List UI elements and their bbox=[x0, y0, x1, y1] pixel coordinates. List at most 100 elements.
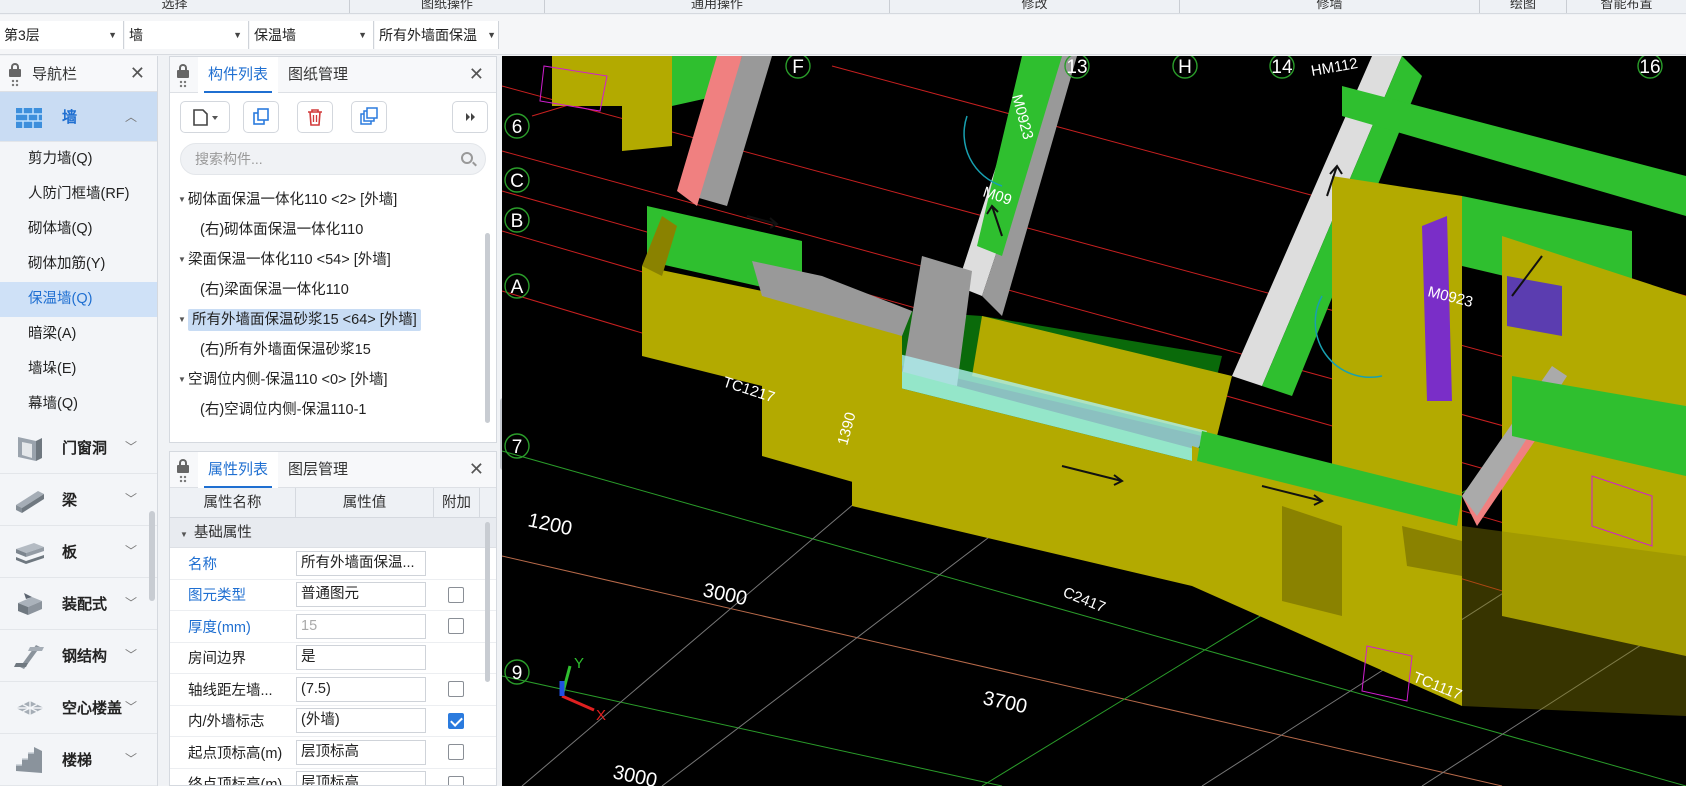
property-value[interactable]: 15 bbox=[296, 613, 426, 639]
tree-leaf[interactable]: (右)梁面保温一体化110 bbox=[170, 275, 496, 305]
ribbon-group-wall[interactable]: 修墙 bbox=[1180, 0, 1480, 13]
nav-category-steel[interactable]: 钢结构 ﹀ bbox=[0, 630, 157, 682]
nav-category-beam[interactable]: 梁 ﹀ bbox=[0, 474, 157, 526]
ribbon-group-draw[interactable]: 绘图 bbox=[1480, 0, 1567, 13]
model-canvas[interactable]: F 13 H 14 16 6 C B A 7 9 1200 3000 3700 … bbox=[502, 56, 1686, 786]
nav-item-shear-wall[interactable]: 剪力墙(Q) bbox=[0, 142, 157, 177]
tree-leaf[interactable]: (右)砌体面保温一体化110 bbox=[170, 215, 496, 245]
ribbon-group-drawing[interactable]: 图纸操作 bbox=[350, 0, 545, 13]
more-tools-button[interactable] bbox=[452, 101, 488, 133]
property-group[interactable]: ▼ 基础属性 bbox=[170, 518, 496, 548]
delete-component-button[interactable] bbox=[297, 101, 333, 133]
hollow-floor-icon bbox=[16, 700, 44, 715]
tree-leaf[interactable]: (右)空调位内侧-保温110-1 bbox=[170, 395, 496, 425]
close-icon[interactable]: ✕ bbox=[469, 64, 484, 85]
steel-structure-icon bbox=[14, 644, 44, 669]
property-value[interactable]: 普通图元 bbox=[296, 582, 426, 608]
axis-label: B bbox=[511, 211, 524, 232]
property-value[interactable]: 所有外墙面保温... bbox=[296, 550, 426, 576]
search-icon[interactable] bbox=[461, 152, 473, 164]
nav-item-wall-pier[interactable]: 墙垛(E) bbox=[0, 352, 157, 387]
property-row: 图元类型 普通图元 bbox=[170, 580, 496, 611]
property-value[interactable]: 层顶标高 bbox=[296, 771, 426, 785]
filter-bar: 第3层 ▼ 墙 ▼ 保温墙 ▼ 所有外墙面保温 ▼ bbox=[0, 15, 1686, 55]
property-value[interactable]: (外墙) bbox=[296, 708, 426, 734]
lock-icon[interactable] bbox=[174, 61, 192, 89]
nav-item-masonry-wall[interactable]: 砌体墙(Q) bbox=[0, 212, 157, 247]
nav-item-hidden-beam[interactable]: 暗梁(A) bbox=[0, 317, 157, 352]
tree-node[interactable]: ▼ 梁面保温一体化110 <54> [外墙] bbox=[170, 245, 496, 275]
expand-triangle-icon[interactable]: ▼ bbox=[178, 185, 188, 215]
attach-checkbox[interactable] bbox=[448, 744, 464, 761]
nav-category-stairs[interactable]: 楼梯 ﹀ bbox=[0, 734, 157, 786]
nav-category-label: 钢结构 bbox=[62, 648, 108, 665]
tab-drawing-management[interactable]: 图纸管理 bbox=[278, 57, 358, 93]
nav-category-label: 板 bbox=[62, 544, 78, 561]
attach-checkbox[interactable] bbox=[448, 586, 464, 603]
axis-label: C bbox=[510, 171, 524, 192]
axis-y-label: Y bbox=[574, 655, 584, 672]
ribbon-group-modify[interactable]: 修改 bbox=[890, 0, 1180, 13]
nav-panel-header: 导航栏 ✕ bbox=[0, 56, 157, 92]
chevron-down-icon: ﹀ bbox=[124, 700, 137, 714]
property-scrollbar[interactable] bbox=[485, 522, 490, 682]
subtype-select[interactable]: 保温墙 ▼ bbox=[250, 21, 374, 49]
attach-checkbox[interactable] bbox=[448, 775, 464, 785]
copy-component-button[interactable] bbox=[243, 101, 279, 133]
close-icon[interactable]: ✕ bbox=[130, 63, 145, 84]
tab-layer-management[interactable]: 图层管理 bbox=[278, 452, 358, 488]
ribbon-group-smart[interactable]: 智能布置 bbox=[1567, 0, 1686, 13]
chevron-down-icon: ﹀ bbox=[124, 648, 137, 662]
close-icon[interactable]: ✕ bbox=[469, 459, 484, 480]
caret-down-icon: ▼ bbox=[487, 30, 496, 40]
tab-component-list[interactable]: 构件列表 bbox=[198, 56, 279, 93]
component-select[interactable]: 所有外墙面保温 ▼ bbox=[375, 21, 499, 49]
nav-item-masonry-rebar[interactable]: 砌体加筋(Y) bbox=[0, 247, 157, 282]
component-search-input[interactable]: 搜索构件... bbox=[180, 143, 486, 175]
nav-item-curtain-wall[interactable]: 幕墙(Q) bbox=[0, 387, 157, 422]
nav-category-hollow-floor[interactable]: 空心楼盖 ﹀ bbox=[0, 682, 157, 734]
axis-triad: Y X bbox=[559, 655, 606, 724]
property-value[interactable]: (7.5) bbox=[296, 676, 426, 702]
attach-checkbox-checked[interactable] bbox=[448, 712, 464, 729]
nav-item-insulation-wall[interactable]: 保温墙(Q) bbox=[0, 282, 157, 317]
nav-category-wall[interactable]: 墙 ︿ bbox=[0, 92, 157, 142]
property-name: 内/外墙标志 bbox=[188, 714, 265, 731]
component-scrollbar[interactable] bbox=[485, 233, 490, 423]
type-select[interactable]: 墙 ▼ bbox=[125, 21, 249, 49]
attach-checkbox[interactable] bbox=[448, 618, 464, 635]
lock-icon[interactable] bbox=[174, 456, 192, 484]
attach-checkbox[interactable] bbox=[448, 681, 464, 698]
new-component-button[interactable] bbox=[180, 101, 230, 133]
tree-node[interactable]: ▼ 空调位内侧-保温110 <0> [外墙] bbox=[170, 365, 496, 395]
tab-property-list[interactable]: 属性列表 bbox=[198, 452, 279, 488]
tree-node[interactable]: ▼ 砌体面保温一体化110 <2> [外墙] bbox=[170, 185, 496, 215]
chevron-up-icon: ︿ bbox=[124, 110, 137, 124]
axis-label: 14 bbox=[1271, 57, 1293, 78]
nav-item-civil-defense-wall[interactable]: 人防门框墙(RF) bbox=[0, 177, 157, 212]
axis-label: 13 bbox=[1066, 57, 1087, 78]
floor-select[interactable]: 第3层 ▼ bbox=[0, 21, 124, 49]
lock-icon[interactable] bbox=[6, 60, 24, 88]
tree-node-selected[interactable]: ▼ 所有外墙面保温砂浆15 <64> [外墙] bbox=[170, 305, 496, 335]
axis-label: A bbox=[511, 277, 524, 298]
caret-down-icon: ▼ bbox=[108, 30, 117, 40]
expand-triangle-icon[interactable]: ▼ bbox=[178, 365, 188, 395]
layer-copy-button[interactable] bbox=[351, 101, 387, 133]
property-value[interactable]: 层顶标高 bbox=[296, 739, 426, 765]
ribbon-group-select[interactable]: 选择 bbox=[0, 0, 350, 13]
model-viewport[interactable]: F 13 H 14 16 6 C B A 7 9 1200 3000 3700 … bbox=[502, 56, 1686, 786]
nav-category-prefab[interactable]: 装配式 ﹀ bbox=[0, 578, 157, 630]
property-row: 内/外墙标志 (外墙) bbox=[170, 706, 496, 737]
nav-category-openings[interactable]: 门窗洞 ﹀ bbox=[0, 422, 157, 474]
collapse-triangle-icon[interactable]: ▼ bbox=[180, 530, 188, 539]
expand-triangle-icon[interactable]: ▼ bbox=[178, 245, 188, 275]
property-row: 厚度(mm) 15 bbox=[170, 611, 496, 643]
column-header: 属性值 bbox=[296, 488, 434, 517]
property-value[interactable]: 是 bbox=[296, 645, 426, 671]
nav-scrollbar[interactable] bbox=[149, 511, 155, 601]
expand-triangle-icon[interactable]: ▼ bbox=[178, 305, 188, 335]
tree-leaf[interactable]: (右)所有外墙面保温砂浆15 bbox=[170, 335, 496, 365]
nav-category-slab[interactable]: 板 ﹀ bbox=[0, 526, 157, 578]
ribbon-group-general[interactable]: 通用操作 bbox=[545, 0, 890, 13]
